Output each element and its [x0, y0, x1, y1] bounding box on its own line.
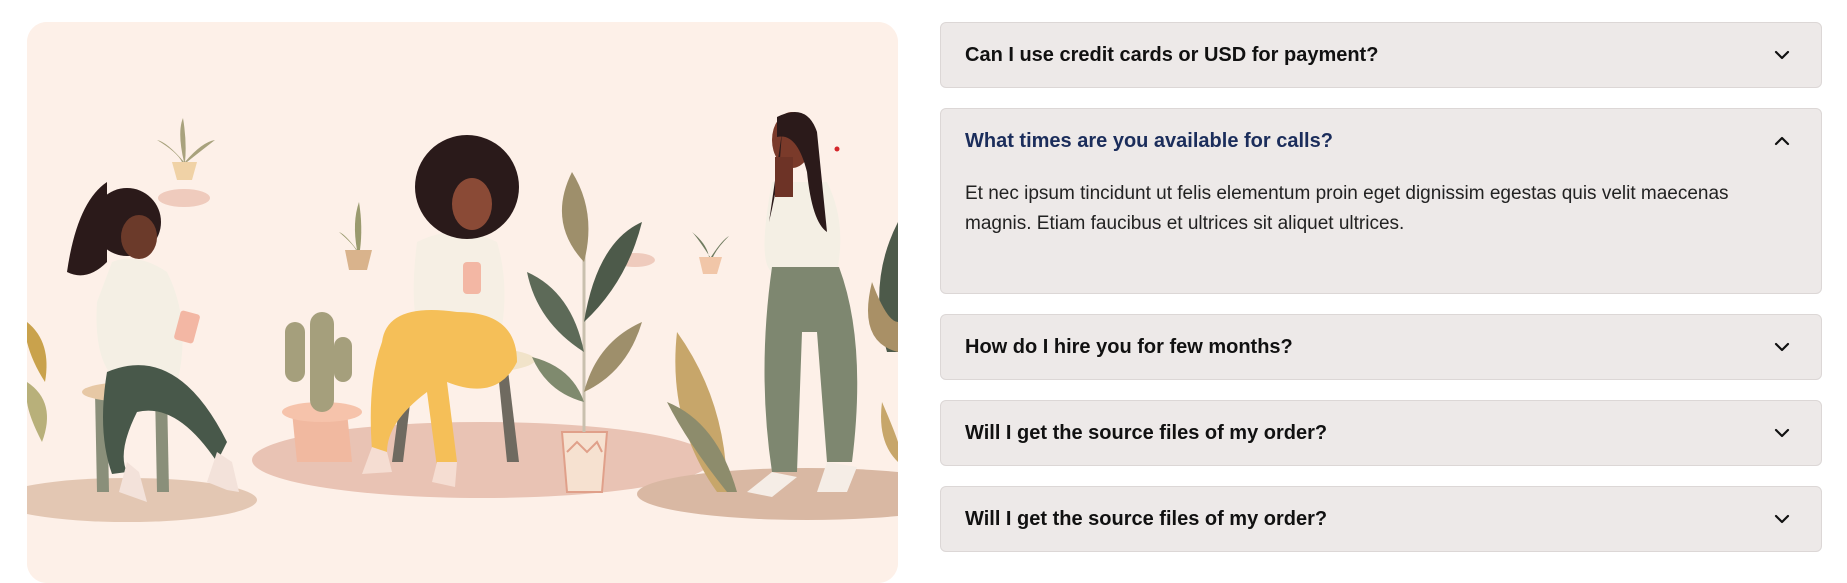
faq-item-4: Will I get the source files of my order?	[940, 400, 1822, 466]
faq-question: Can I use credit cards or USD for paymen…	[965, 43, 1379, 66]
faq-question-toggle[interactable]: Can I use credit cards or USD for paymen…	[941, 23, 1821, 87]
faq-question-toggle[interactable]: Will I get the source files of my order?	[941, 487, 1821, 551]
faq-question: What times are you available for calls?	[965, 129, 1333, 152]
faq-section: Can I use credit cards or USD for paymen…	[0, 0, 1847, 583]
hero-illustration	[27, 22, 898, 583]
faq-question-toggle[interactable]: How do I hire you for few months?	[941, 315, 1821, 379]
chevron-down-icon	[1774, 342, 1790, 352]
faq-accordion: Can I use credit cards or USD for paymen…	[940, 22, 1822, 572]
faq-item-5: Will I get the source files of my order?	[940, 486, 1822, 552]
chevron-down-icon	[1774, 428, 1790, 438]
women-with-plants-illustration	[27, 22, 898, 583]
faq-answer-panel: Et nec ipsum tincidunt ut felis elementu…	[941, 179, 1821, 290]
faq-question: Will I get the source files of my order?	[965, 421, 1328, 444]
faq-question-toggle[interactable]: What times are you available for calls?	[941, 109, 1821, 173]
faq-question: How do I hire you for few months?	[965, 335, 1293, 358]
chevron-down-icon	[1774, 514, 1790, 524]
faq-answer: Et nec ipsum tincidunt ut felis elementu…	[965, 183, 1729, 234]
faq-item-2: What times are you available for calls? …	[940, 108, 1822, 294]
faq-item-1: Can I use credit cards or USD for paymen…	[940, 22, 1822, 88]
faq-question: Will I get the source files of my order?	[965, 507, 1328, 530]
faq-question-toggle[interactable]: Will I get the source files of my order?	[941, 401, 1821, 465]
chevron-down-icon	[1774, 50, 1790, 60]
chevron-up-icon	[1774, 136, 1790, 146]
faq-item-3: How do I hire you for few months?	[940, 314, 1822, 380]
